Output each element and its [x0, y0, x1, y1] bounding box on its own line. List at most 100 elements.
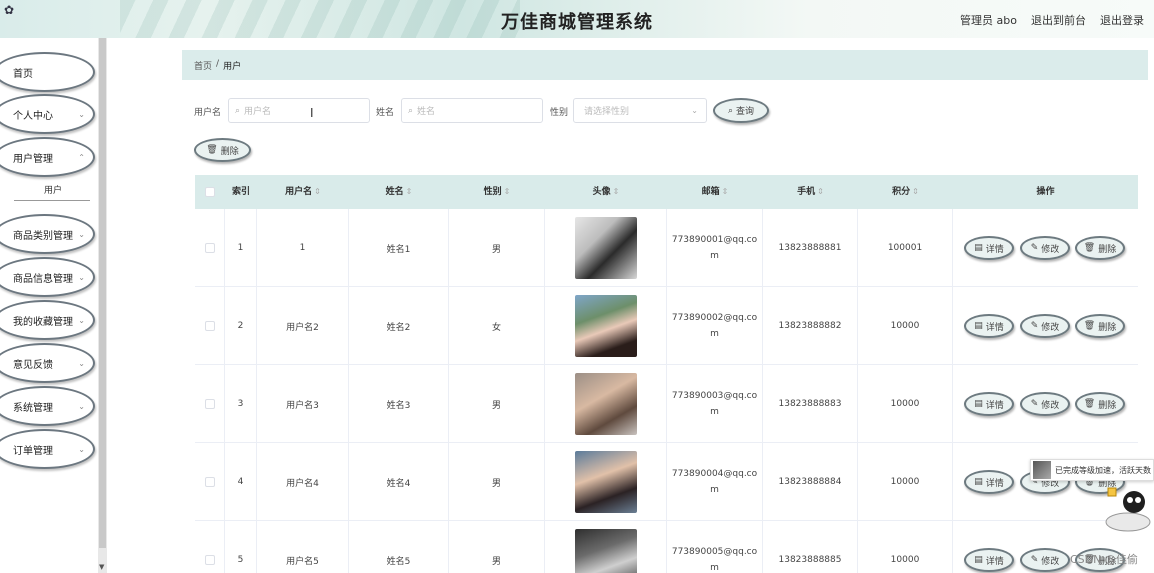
chevron-down-icon: ⌄ — [78, 358, 85, 368]
sidebar-scrollbar[interactable]: ▼ — [98, 38, 107, 573]
avatar — [574, 217, 637, 279]
query-button[interactable]: ⌕ 查询 — [713, 98, 769, 123]
sidebar-item-label: 系统管理 — [13, 402, 53, 414]
batch-delete-label: 删除 — [220, 146, 239, 157]
batch-delete-button[interactable]: 🗑 删除 — [194, 138, 251, 162]
avatar — [574, 529, 637, 573]
breadcrumb-current: 用户 — [223, 62, 242, 72]
detail-button[interactable]: ▤ 详情 — [964, 470, 1014, 494]
user-table: 索引 用户名 ⇕ 姓名 ⇕ 性别 ⇕ 头像 ⇕ 邮箱 ⇕ 手机 ⇕ 积分 ⇕ 操作 1 1 姓… — [195, 175, 1138, 573]
sort-icon: ⇕ — [503, 187, 511, 196]
cell-name: 姓名3 — [349, 365, 449, 443]
cell-actions: ▤ 详情 ✎ 修改 🗑 删除 — [953, 287, 1138, 365]
col-name[interactable]: 姓名 ⇕ — [349, 175, 449, 209]
chevron-down-icon: ⌄ — [78, 401, 85, 411]
pencil-icon: ✎ — [1030, 555, 1039, 565]
sidebar-item-label: 商品类别管理 — [13, 230, 73, 242]
col-gender[interactable]: 性别 ⇕ — [449, 175, 545, 209]
cell-gender: 男 — [449, 365, 545, 443]
col-avatar[interactable]: 头像 ⇕ — [545, 175, 667, 209]
select-all-cell — [195, 175, 225, 209]
scrollbar-thumb[interactable] — [99, 38, 106, 548]
cell-email: 773890001@qq.com — [667, 209, 763, 287]
sidebar-item-order-management[interactable]: 订单管理 ⌄ — [0, 429, 95, 469]
col-points[interactable]: 积分 ⇕ — [858, 175, 953, 209]
cell-username: 用户名3 — [257, 365, 349, 443]
gender-select[interactable]: 请选择性别 ⌄ — [573, 98, 707, 123]
detail-button[interactable]: ▤ 详情 — [964, 392, 1014, 416]
delete-button[interactable]: 🗑 删除 — [1075, 236, 1125, 260]
table-row: 2 用户名2 姓名2 女 773890002@qq.com 1382388888… — [195, 287, 1138, 365]
sidebar-item-home[interactable]: 首页 — [0, 52, 95, 92]
breadcrumb-home[interactable]: 首页 — [194, 59, 212, 72]
cell-email: 773890002@qq.com — [667, 287, 763, 365]
cell-avatar — [545, 365, 667, 443]
row-checkbox[interactable] — [204, 399, 215, 409]
sidebar-subitem-user[interactable]: 用户 — [8, 183, 98, 196]
breadcrumb-bar: 首页 / 用户 — [182, 50, 1148, 80]
sidebar-item-label: 订单管理 — [13, 445, 53, 457]
name-input[interactable]: ⌕ 姓名 — [401, 98, 543, 123]
username-label: 用户名 — [194, 108, 222, 118]
watermark-text: CSDN @佳偷 — [1070, 553, 1138, 566]
header-user-area: 管理员 abo 退出到前台 退出登录 — [960, 12, 1144, 28]
sort-icon: ⇕ — [612, 187, 620, 196]
sort-icon: ⇕ — [817, 187, 824, 196]
col-phone[interactable]: 手机 ⇕ — [763, 175, 858, 209]
sidebar-item-label: 我的收藏管理 — [13, 316, 73, 328]
detail-button[interactable]: ▤ 详情 — [964, 548, 1014, 572]
document-icon: ▤ — [974, 477, 983, 487]
table-row: 5 用户名5 姓名5 男 773890005@qq.com 1382388888… — [195, 521, 1138, 573]
sidebar-item-profile[interactable]: 个人中心 ⌄ — [0, 94, 95, 134]
trash-icon: 🗑 — [1083, 321, 1096, 331]
search-icon: ⌕ — [235, 105, 241, 116]
table-row: 4 用户名4 姓名4 男 773890004@qq.com 1382388888… — [195, 443, 1138, 521]
avatar — [574, 373, 637, 435]
detail-button[interactable]: ▤ 详情 — [964, 236, 1014, 260]
row-checkbox[interactable] — [204, 555, 215, 565]
sort-icon: ⇕ — [721, 187, 729, 196]
cell-name: 姓名2 — [349, 287, 449, 365]
edit-button[interactable]: ✎ 修改 — [1020, 392, 1070, 416]
to-front-link[interactable]: 退出到前台 — [1031, 12, 1086, 28]
cell-index: 1 — [225, 209, 257, 287]
select-all-checkbox[interactable] — [205, 187, 215, 197]
name-placeholder: 姓名 — [417, 107, 436, 117]
chevron-down-icon: ⌄ — [78, 444, 85, 454]
row-checkbox[interactable] — [204, 477, 215, 487]
row-checkbox[interactable] — [204, 321, 215, 331]
col-email[interactable]: 邮箱 ⇕ — [667, 175, 763, 209]
mascot-icon[interactable] — [1104, 486, 1152, 532]
cell-points: 100001 — [858, 209, 953, 287]
detail-button[interactable]: ▤ 详情 — [964, 314, 1014, 338]
sidebar-item-user-management[interactable]: 用户管理 ⌃ — [0, 137, 95, 177]
notification-toast[interactable]: 已完成等级加速，活跃天数 — [1030, 459, 1154, 481]
delete-button[interactable]: 🗑 删除 — [1075, 392, 1125, 416]
cell-actions: ▤ 详情 ✎ 修改 🗑 删除 — [953, 209, 1138, 287]
cell-index: 3 — [225, 365, 257, 443]
scroll-down-arrow-icon[interactable]: ▼ — [99, 563, 104, 571]
table-header: 索引 用户名 ⇕ 姓名 ⇕ 性别 ⇕ 头像 ⇕ 邮箱 ⇕ 手机 ⇕ 积分 ⇕ 操作 — [195, 175, 1138, 209]
sidebar-item-feedback[interactable]: 意见反馈 ⌄ — [0, 343, 95, 383]
sidebar-item-product-management[interactable]: 商品信息管理 ⌄ — [0, 257, 95, 297]
sidebar-divider — [14, 200, 90, 201]
edit-button[interactable]: ✎ 修改 — [1020, 314, 1070, 338]
col-username[interactable]: 用户名 ⇕ — [257, 175, 349, 209]
sidebar-item-category-management[interactable]: 商品类别管理 ⌄ — [0, 214, 95, 254]
delete-button[interactable]: 🗑 删除 — [1075, 314, 1125, 338]
username-input[interactable]: ⌕ 用户名 — [228, 98, 370, 123]
logout-link[interactable]: 退出登录 — [1100, 12, 1144, 28]
search-icon: ⌕ — [727, 105, 734, 116]
sidebar-item-favorites-management[interactable]: 我的收藏管理 ⌄ — [0, 300, 95, 340]
admin-label: 管理员 abo — [960, 14, 1017, 27]
chevron-down-icon: ⌄ — [78, 229, 85, 239]
cell-name: 姓名4 — [349, 443, 449, 521]
document-icon: ▤ — [974, 555, 983, 565]
edit-button[interactable]: ✎ 修改 — [1020, 236, 1070, 260]
sidebar-item-system-management[interactable]: 系统管理 ⌄ — [0, 386, 95, 426]
row-checkbox[interactable] — [204, 243, 215, 253]
chevron-down-icon: ⌄ — [78, 315, 85, 325]
cell-points: 10000 — [858, 521, 953, 573]
edit-button[interactable]: ✎ 修改 — [1020, 548, 1070, 572]
trash-icon: 🗑 — [1083, 399, 1096, 409]
